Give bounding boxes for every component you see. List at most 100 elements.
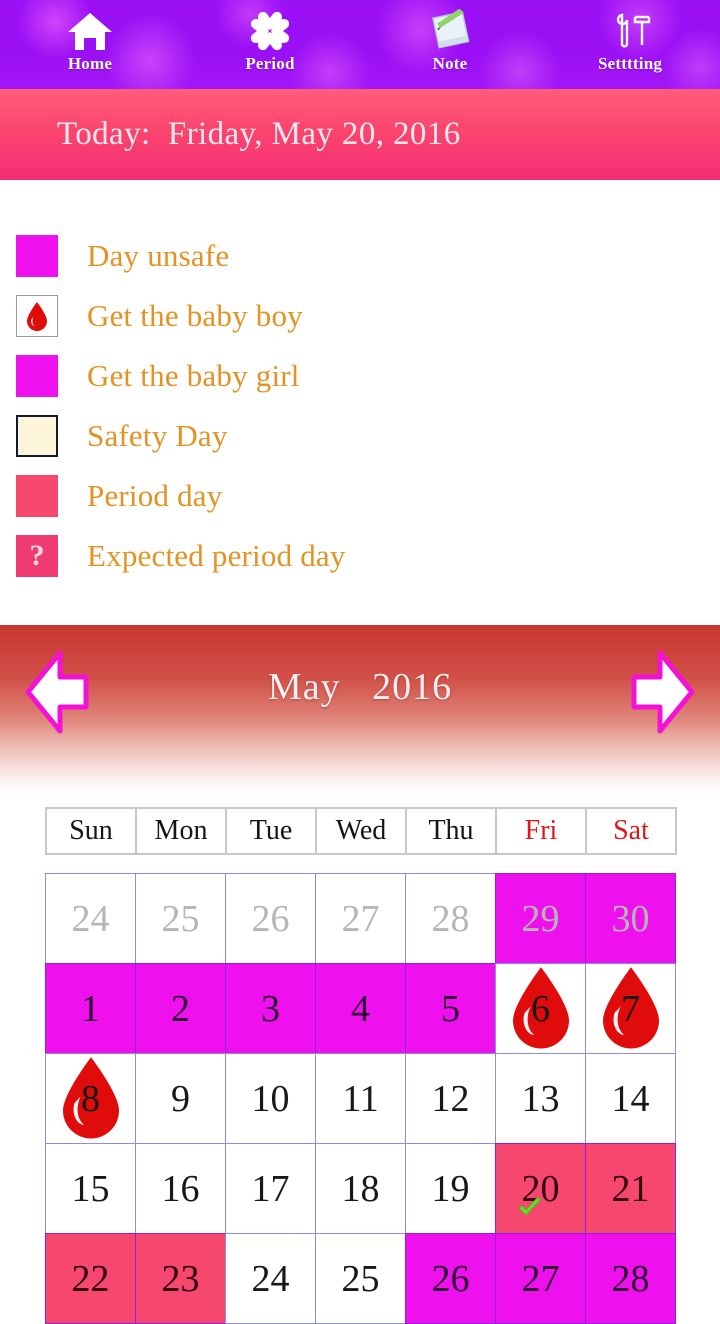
legend-swatch-baby-boy [16, 295, 58, 337]
calendar-day-number: 24 [251, 1257, 290, 1300]
today-date-text: Today: Friday, May 20, 2016 [57, 116, 461, 152]
calendar-day-number: 1 [81, 987, 100, 1030]
calendar-day-number: 30 [611, 897, 650, 940]
calendar-day-cell[interactable]: 28 [585, 1233, 676, 1324]
calendar-day-number: 22 [71, 1257, 110, 1300]
calendar-day-cell[interactable]: 10 [225, 1053, 316, 1144]
calendar-grid: 24 25 26 27 28 29 30 1 2 3 4 5 6 7 8 9 10 11 12 13 14 15 16 17 1… [45, 873, 676, 1324]
calendar-week-row: 15 16 17 18 19 20 21 [45, 1143, 676, 1234]
calendar-day-cell[interactable]: 26 [405, 1233, 496, 1324]
legend-label-safety-day: Safety Day [87, 418, 228, 453]
calendar-day-cell[interactable]: 27 [315, 873, 406, 964]
calendar-day-number: 13 [521, 1077, 560, 1120]
calendar-day-cell[interactable]: 17 [225, 1143, 316, 1234]
calendar-day-cell[interactable]: 22 [45, 1233, 136, 1324]
weekday-header-tue: Tue [225, 807, 317, 855]
calendar-day-number: 25 [161, 897, 200, 940]
calendar-day-cell[interactable]: 18 [315, 1143, 406, 1234]
calendar-day-number: 6 [531, 987, 550, 1030]
calendar-day-number: 28 [431, 897, 470, 940]
legend-label-baby-girl: Get the baby girl [87, 358, 300, 393]
calendar-day-cell[interactable]: 16 [135, 1143, 226, 1234]
legend-swatch-unsafe [16, 235, 58, 277]
legend-swatch-baby-girl [16, 355, 58, 397]
weekday-header-mon: Mon [135, 807, 227, 855]
legend-label-expected-period-day: Expected period day [87, 538, 346, 573]
calendar-day-cell[interactable]: 1 [45, 963, 136, 1054]
nav-item-period[interactable]: Period [180, 0, 360, 89]
calendar-day-cell[interactable]: 2 [135, 963, 226, 1054]
calendar-day-cell[interactable]: 25 [135, 873, 226, 964]
calendar-day-number: 29 [521, 897, 560, 940]
calendar-day-cell[interactable]: 30 [585, 873, 676, 964]
calendar-day-cell[interactable]: 5 [405, 963, 496, 1054]
calendar-day-cell[interactable]: 24 [225, 1233, 316, 1324]
legend-item-period-day: Period day [0, 466, 720, 526]
blood-drop-icon [26, 301, 48, 331]
nav-item-setting[interactable]: Setttting [540, 0, 720, 89]
calendar-day-cell[interactable]: 6 [495, 963, 586, 1054]
calendar-day-cell[interactable]: 4 [315, 963, 406, 1054]
calendar-day-cell[interactable]: 23 [135, 1233, 226, 1324]
nav-item-home[interactable]: Home [0, 0, 180, 89]
calendar-day-number: 12 [431, 1077, 470, 1120]
nav-label-period: Period [245, 54, 295, 73]
nav-label-home: Home [67, 54, 113, 73]
legend-swatch-period [16, 475, 58, 517]
calendar-day-number: 25 [341, 1257, 380, 1300]
calendar-day-number: 9 [171, 1077, 190, 1120]
calendar-day-cell[interactable]: 7 [585, 963, 676, 1054]
calendar-day-number: 21 [611, 1167, 650, 1210]
calendar-day-cell[interactable]: 29 [495, 873, 586, 964]
legend-label-day-unsafe: Day unsafe [87, 238, 230, 273]
weekday-header-fri: Fri [495, 807, 587, 855]
home-icon [66, 9, 114, 53]
question-mark-icon: ? [29, 539, 45, 572]
calendar-day-number: 5 [441, 987, 460, 1030]
calendar-week-row: 1 2 3 4 5 6 7 [45, 963, 676, 1054]
calendar-day-number: 24 [71, 897, 110, 940]
calendar-day-number: 18 [341, 1167, 380, 1210]
legend-label-period-day: Period day [87, 478, 223, 513]
calendar-day-cell[interactable]: 24 [45, 873, 136, 964]
calendar-day-cell[interactable]: 3 [225, 963, 316, 1054]
calendar-week-row: 8 9 10 11 12 13 14 [45, 1053, 676, 1144]
calendar-day-number: 15 [71, 1167, 110, 1210]
calendar-day-cell[interactable]: 19 [405, 1143, 496, 1234]
calendar-day-number: 19 [431, 1167, 470, 1210]
calendar-day-cell[interactable]: 20 [495, 1143, 586, 1234]
calendar-day-cell[interactable]: 26 [225, 873, 316, 964]
nav-item-note[interactable]: Note [360, 0, 540, 89]
calendar-day-number: 27 [521, 1257, 560, 1300]
calendar-day-cell[interactable]: 28 [405, 873, 496, 964]
calendar-day-number: 16 [161, 1167, 200, 1210]
calendar-day-number: 2 [171, 987, 190, 1030]
next-month-arrow-icon[interactable] [626, 643, 700, 741]
calendar-day-cell[interactable]: 9 [135, 1053, 226, 1144]
weekday-header-wed: Wed [315, 807, 407, 855]
legend-item-day-unsafe: Day unsafe [0, 226, 720, 286]
tools-icon [606, 9, 654, 53]
calendar-day-number: 4 [351, 987, 370, 1030]
nav-label-setting: Setttting [597, 54, 663, 73]
calendar-day-number: 10 [251, 1077, 290, 1120]
calendar-day-cell[interactable]: 12 [405, 1053, 496, 1144]
calendar-day-number: 26 [251, 897, 290, 940]
legend-swatch-safety [16, 415, 58, 457]
calendar-week-row: 22 23 24 25 26 27 28 [45, 1233, 676, 1324]
calendar-day-cell[interactable]: 27 [495, 1233, 586, 1324]
calendar-day-number: 7 [621, 987, 640, 1030]
calendar-day-cell[interactable]: 21 [585, 1143, 676, 1234]
calendar-day-cell[interactable]: 25 [315, 1233, 406, 1324]
calendar-day-cell[interactable]: 13 [495, 1053, 586, 1144]
weekday-header-sun: Sun [45, 807, 137, 855]
legend-item-baby-girl: Get the baby girl [0, 346, 720, 406]
legend-item-safety-day: Safety Day [0, 406, 720, 466]
calendar-day-cell[interactable]: 11 [315, 1053, 406, 1144]
calendar-day-number: 23 [161, 1257, 200, 1300]
calendar-day-number: 14 [611, 1077, 650, 1120]
calendar-day-cell[interactable]: 15 [45, 1143, 136, 1234]
calendar-day-cell[interactable]: 8 [45, 1053, 136, 1144]
calendar-day-cell[interactable]: 14 [585, 1053, 676, 1144]
weekday-header-thu: Thu [405, 807, 497, 855]
